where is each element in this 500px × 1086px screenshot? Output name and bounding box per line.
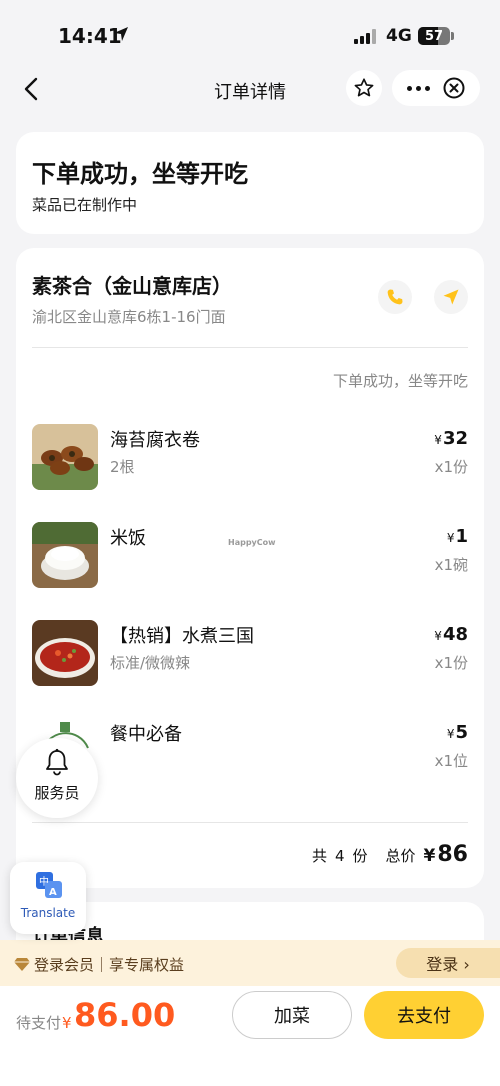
item-price: ¥48: [434, 624, 468, 645]
translate-button[interactable]: 中 A Translate: [10, 862, 86, 934]
battery-tip: [451, 32, 454, 40]
item-spec: 2根: [110, 458, 135, 476]
nav-bar: 订单详情: [0, 64, 500, 114]
signal-icon: [354, 28, 380, 44]
add-dish-button[interactable]: 加菜: [232, 991, 352, 1039]
total-currency: ¥: [423, 846, 436, 866]
pending-payment-label: 待支付: [16, 1014, 62, 1032]
svg-text:A: A: [49, 887, 57, 898]
item-currency: ¥: [446, 531, 455, 545]
item-price-value: 1: [455, 526, 468, 547]
bell-icon: [46, 748, 68, 776]
battery-icon: 57: [418, 27, 450, 45]
member-text: 登录会员｜享专属权益: [34, 956, 185, 974]
divider: [32, 347, 468, 348]
diamond-icon: [14, 956, 30, 975]
status-subtitle: 菜品已在制作中: [32, 196, 138, 214]
watermark: HappyCow: [228, 538, 276, 547]
translate-icon: 中 A: [36, 872, 62, 898]
count-suffix: 份: [352, 847, 368, 865]
item-price-value: 32: [442, 428, 468, 449]
member-banner[interactable]: 登录会员｜享专属权益 登录 ›: [0, 940, 500, 986]
capsule-menu: [392, 70, 480, 106]
item-name: 餐中必备: [110, 724, 182, 745]
item-price: ¥5: [447, 722, 468, 743]
item-currency: ¥: [446, 727, 455, 741]
favorite-button[interactable]: [346, 70, 382, 106]
item-name: 【热销】水煮三国: [110, 626, 254, 647]
more-icon[interactable]: [400, 70, 436, 106]
order-status-card: 下单成功，坐等开吃 菜品已在制作中: [16, 132, 484, 234]
waiter-label: 服务员: [34, 784, 80, 802]
shop-address: 渝北区金山意库6栋1-16门面: [32, 308, 226, 326]
item-quantity: x1份: [434, 654, 468, 672]
network-type: 4G: [386, 26, 412, 46]
dish-image-boiled-dish: [32, 620, 98, 686]
svg-text:中: 中: [39, 875, 49, 888]
navigate-button[interactable]: [434, 280, 468, 314]
item-price-value: 48: [442, 624, 468, 645]
order-summary: 共 4 份 总价 ¥ 86: [312, 842, 468, 867]
status-bar: 14:41 4G 57: [0, 0, 500, 70]
pay-amount: 86.00: [74, 996, 176, 1034]
pay-currency: ¥: [62, 1014, 72, 1032]
call-button[interactable]: [378, 280, 412, 314]
status-title: 下单成功，坐等开吃: [32, 160, 248, 188]
item-price: ¥1: [447, 526, 468, 547]
item-quantity: x1碗: [434, 556, 468, 574]
call-waiter-button[interactable]: 服务员: [16, 738, 98, 818]
navigate-icon: [443, 289, 459, 305]
item-name: 米饭: [110, 528, 146, 549]
battery-level: 57: [424, 28, 444, 44]
star-icon: [354, 78, 374, 97]
item-currency: ¥: [434, 629, 442, 643]
total-label: 总价: [385, 847, 416, 865]
item-price: ¥32: [434, 428, 468, 449]
item-quantity: x1份: [434, 458, 468, 476]
order-status-text: 下单成功，坐等开吃: [332, 372, 468, 390]
item-count: 4: [334, 847, 345, 865]
divider: [32, 822, 468, 823]
location-arrow-icon: [113, 26, 129, 46]
order-item: 米饭 ¥1 x1碗: [32, 522, 468, 592]
total-amount: 86: [437, 842, 468, 867]
item-price-value: 5: [455, 722, 468, 743]
item-quantity: x1位: [434, 752, 468, 770]
item-name: 海苔腐衣卷: [110, 430, 200, 451]
translate-label: Translate: [20, 906, 76, 920]
order-item: 【热销】水煮三国 标准/微微辣 ¥48 x1份: [32, 620, 468, 690]
item-spec: 标准/微微辣: [110, 654, 191, 672]
login-button[interactable]: 登录 ›: [396, 948, 500, 978]
order-item: 海苔腐衣卷 2根 ¥32 x1份: [32, 424, 468, 494]
item-currency: ¥: [434, 433, 442, 447]
pay-button[interactable]: 去支付: [364, 991, 484, 1039]
dish-image-rice: [32, 522, 98, 588]
bottom-action-bar: 待支付 ¥ 86.00 加菜 去支付: [0, 986, 500, 1086]
count-prefix: 共: [311, 847, 327, 865]
dish-image-tofu-roll: [32, 424, 98, 490]
close-icon[interactable]: [442, 76, 466, 100]
shop-name: 素茶合（金山意库店）: [32, 274, 232, 298]
phone-icon: [387, 289, 403, 305]
